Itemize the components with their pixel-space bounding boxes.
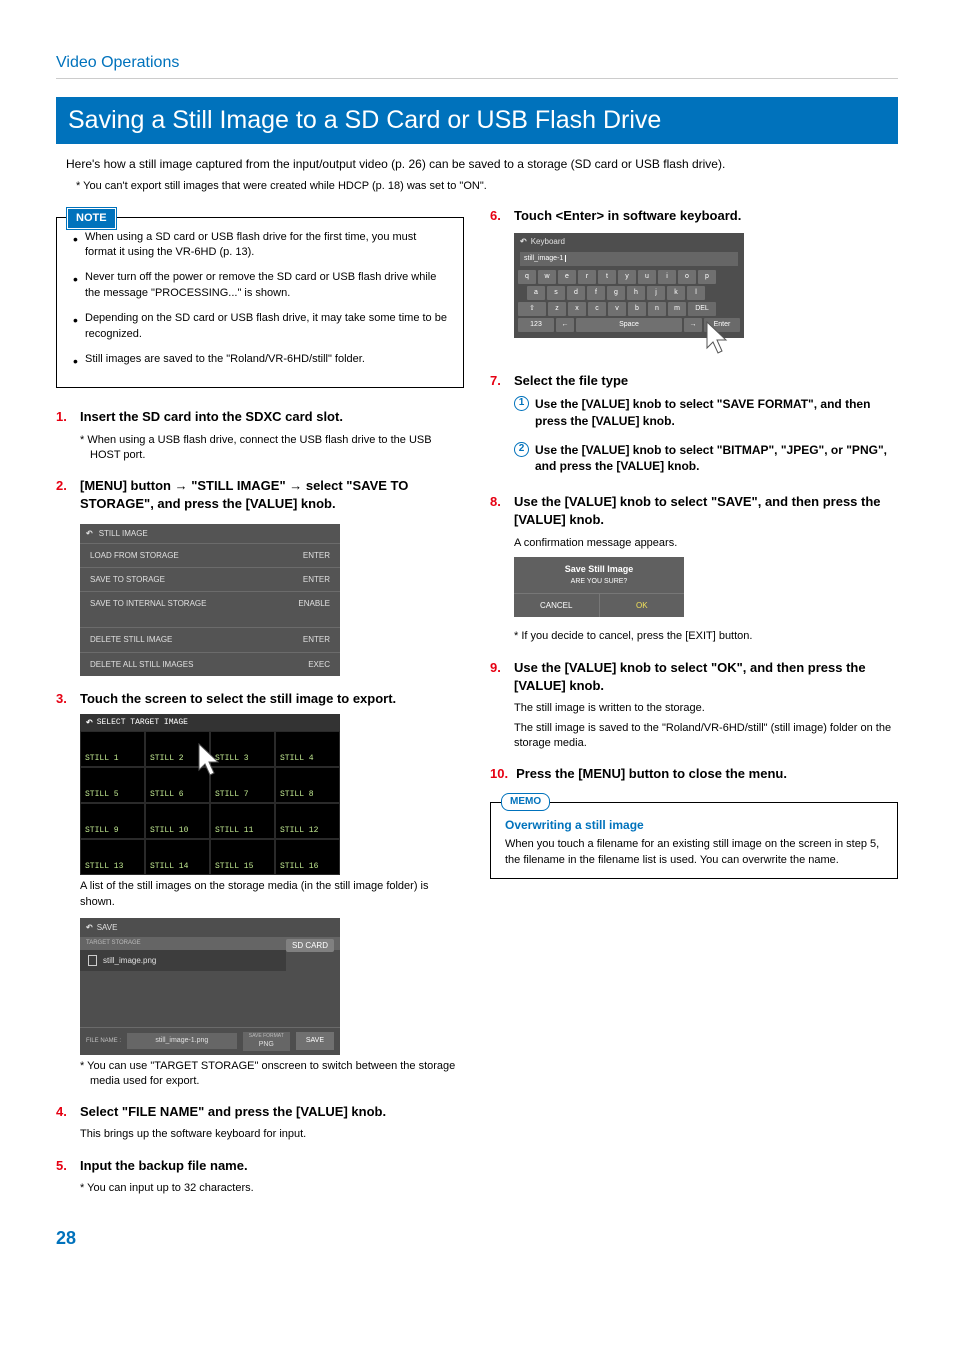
note-item: Depending on the SD card or USB flash dr…: [71, 311, 449, 342]
step-4: 4. Select "FILE NAME" and press the [VAL…: [56, 1103, 464, 1121]
step-5-note: * You can input up to 32 characters.: [80, 1181, 464, 1196]
note-item: When using a SD card or USB flash drive …: [71, 230, 449, 261]
confirm-dialog-figure: Save Still Image ARE YOU SURE? CANCEL OK: [514, 557, 684, 618]
step-7-sub-1: 1Use the [VALUE] knob to select "SAVE FO…: [514, 396, 898, 430]
memo-box: MEMO Overwriting a still image When you …: [490, 802, 898, 880]
step-2: 2. [MENU] button → "STILL IMAGE" → selec…: [56, 477, 464, 513]
breadcrumb: Video Operations: [56, 52, 898, 79]
step-8: 8. Use the [VALUE] knob to select "SAVE"…: [490, 493, 898, 529]
memo-title: Overwriting a still image: [505, 817, 883, 834]
step-9-caption-2: The still image is saved to the "Roland/…: [514, 721, 898, 752]
step-4-caption: This brings up the software keyboard for…: [80, 1127, 464, 1142]
step-9-caption-1: The still image is written to the storag…: [514, 701, 898, 716]
step-1: 1. Insert the SD card into the SDXC card…: [56, 408, 464, 426]
step-9: 9. Use the [VALUE] knob to select "OK", …: [490, 659, 898, 695]
save-panel-figure: ↶SAVE TARGET STORAGESD CARD still_image.…: [80, 918, 340, 1055]
step-7-sub-2: 2Use the [VALUE] knob to select "BITMAP"…: [514, 442, 898, 476]
note-label: NOTE: [67, 208, 116, 229]
intro-footnote: * You can't export still images that wer…: [76, 179, 898, 194]
step-8-caption: A confirmation message appears.: [514, 536, 898, 551]
step-3: 3. Touch the screen to select the still …: [56, 690, 464, 708]
page-title: Saving a Still Image to a SD Card or USB…: [56, 97, 898, 144]
step-3-caption: A list of the still images on the storag…: [80, 879, 464, 910]
step-8-note: * If you decide to cancel, press the [EX…: [514, 629, 898, 644]
memo-body: When you touch a filename for an existin…: [505, 837, 883, 868]
document-icon: [88, 955, 97, 966]
memo-label: MEMO: [501, 793, 550, 811]
back-icon: ↶: [520, 236, 527, 247]
page-number: 28: [56, 1226, 898, 1251]
step-6: 6. Touch <Enter> in software keyboard.: [490, 207, 898, 225]
select-target-grid-figure: ↶SELECT TARGET IMAGE STILL 1STILL 2STILL…: [80, 714, 340, 875]
step-5: 5. Input the backup file name.: [56, 1157, 464, 1175]
still-image-menu-figure: ↶STILL IMAGE LOAD FROM STORAGEENTER SAVE…: [80, 524, 340, 676]
keyboard-figure: ↶Keyboard still_image-1 qwertyuiop asdfg…: [514, 233, 744, 338]
back-icon: ↶: [86, 922, 93, 933]
step-10: 10. Press the [MENU] button to close the…: [490, 765, 898, 783]
step-3-note: * You can use "TARGET STORAGE" onscreen …: [80, 1059, 464, 1090]
back-icon: ↶: [86, 528, 93, 539]
intro-text: Here's how a still image captured from t…: [66, 156, 898, 173]
step-1-note: * When using a USB flash drive, connect …: [80, 433, 464, 464]
back-icon: ↶: [86, 717, 93, 728]
note-item: Never turn off the power or remove the S…: [71, 270, 449, 301]
cursor-icon: [702, 320, 732, 358]
note-box: NOTE When using a SD card or USB flash d…: [56, 217, 464, 389]
note-item: Still images are saved to the "Roland/VR…: [71, 352, 449, 367]
step-7: 7. Select the file type: [490, 372, 898, 390]
